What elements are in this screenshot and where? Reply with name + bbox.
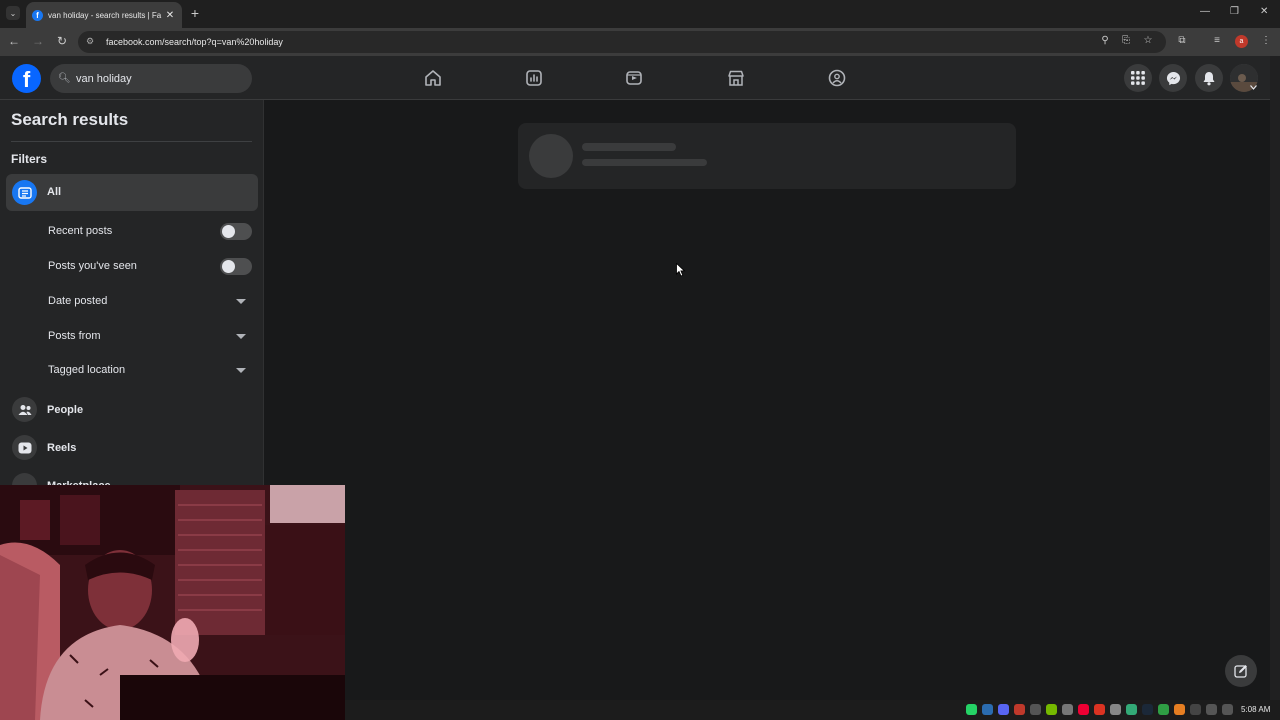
video-icon[interactable] [625,69,643,87]
tray-app-icon[interactable] [1110,704,1121,715]
groups-icon[interactable] [828,69,846,87]
chevron-down-icon[interactable] [236,368,246,373]
home-icon[interactable] [424,69,442,87]
nvidia-icon[interactable] [1046,704,1057,715]
tray-app-icon[interactable] [1078,704,1089,715]
mouse-cursor-icon [676,263,686,277]
new-message-button[interactable] [1225,655,1257,687]
address-bar[interactable]: ⚙ facebook.com/search/top?q=van%20holida… [78,31,1166,53]
webcam-video-frame [0,485,345,720]
minimize-icon[interactable]: — [1200,6,1210,17]
browser-menu-icon[interactable]: ⋮ [1259,35,1273,46]
reels-icon [12,435,37,460]
divider [11,141,252,142]
tab-title: van holiday - search results | Fa [48,10,162,20]
profile-avatar[interactable]: a [1235,35,1248,48]
filters-heading: Filters [11,152,48,166]
extensions-icon[interactable]: ⧉ [1175,35,1189,46]
forward-icon[interactable]: → [30,34,46,48]
marketplace-icon[interactable] [727,69,745,87]
new-tab-button[interactable]: + [188,5,202,21]
restore-icon[interactable]: ❐ [1230,6,1239,17]
tab-search-button[interactable]: ⌄ [6,6,20,20]
bell-icon [1203,71,1215,85]
webcam-overlay [0,485,345,720]
recording-icon[interactable] [1094,704,1105,715]
skeleton-avatar [529,134,573,178]
taskbar-clock[interactable]: 5:08 AM [1241,705,1270,714]
posts-from-dropdown[interactable]: Posts from [48,330,101,342]
posts-youve-seen-toggle[interactable] [220,258,252,275]
bluetooth-icon[interactable] [982,704,993,715]
network-icon[interactable] [1206,704,1217,715]
steam-icon[interactable] [1142,704,1153,715]
page-title: Search results [11,110,129,129]
category-people[interactable]: People [47,404,83,416]
close-window-icon[interactable]: ✕ [1260,6,1268,17]
recent-posts-toggle[interactable] [220,223,252,240]
dashboard-icon[interactable] [525,69,543,87]
browser-toolbar: ← → ↻ ⚙ facebook.com/search/top?q=van%20… [0,28,1280,56]
facebook-header: f 🔍︎ van holiday [0,56,1270,100]
url-text: facebook.com/search/top?q=van%20holiday [106,37,283,47]
menu-grid-button[interactable] [1124,64,1152,92]
messenger-button[interactable] [1159,64,1187,92]
volume-icon[interactable] [1222,704,1233,715]
filter-all-label: All [47,186,62,198]
search-icon: 🔍︎ [58,73,71,84]
system-taskbar [345,700,1280,720]
microphone-icon[interactable] [1014,704,1025,715]
tray-app-icon[interactable] [1030,704,1041,715]
page-scrollbar[interactable] [1270,56,1280,700]
chevron-down-icon[interactable] [236,299,246,304]
whatsapp-icon[interactable] [966,704,977,715]
tray-app-icon[interactable] [1190,704,1201,715]
posts-youve-seen-label: Posts you've seen [48,260,137,272]
messenger-icon [1166,71,1180,85]
date-posted-dropdown[interactable]: Date posted [48,295,107,307]
tagged-location-dropdown[interactable]: Tagged location [48,364,125,376]
skeleton-line [582,143,676,151]
back-icon[interactable]: ← [6,34,22,48]
tray-app-icon[interactable] [1174,704,1185,715]
search-box[interactable]: 🔍︎ van holiday [50,64,252,93]
tray-app-icon[interactable] [1158,704,1169,715]
discord-icon[interactable] [998,704,1009,715]
category-reels[interactable]: Reels [47,442,76,454]
filter-all[interactable]: All [6,174,258,211]
chevron-down-icon[interactable] [236,334,246,339]
search-input[interactable]: van holiday [76,73,132,85]
all-results-icon [12,180,37,205]
media-control-icon[interactable]: ≡ [1210,35,1224,46]
reload-icon[interactable]: ↻ [54,34,70,48]
loading-result-card [518,123,1016,189]
account-chevron-down-icon[interactable] [1250,85,1257,90]
bookmark-star-icon[interactable]: ☆ [1141,35,1155,46]
facebook-favicon-icon: f [32,9,43,21]
tab-close-icon[interactable]: ✕ [164,10,176,21]
site-info-icon[interactable]: ⚙ [86,36,98,48]
skeleton-line [582,159,707,166]
recent-posts-label: Recent posts [48,225,113,237]
compose-icon [1234,665,1247,678]
grid-icon [1131,71,1145,85]
facebook-logo-icon[interactable]: f [12,64,41,93]
browser-tab[interactable]: f van holiday - search results | Fa ✕ [26,2,182,28]
zoom-icon[interactable]: ⚲ [1098,35,1112,46]
tray-app-icon[interactable] [1126,704,1137,715]
install-app-icon[interactable]: ⎘ [1119,35,1133,46]
browser-tab-bar: ⌄ f van holiday - search results | Fa ✕ … [0,0,1280,28]
notifications-button[interactable] [1195,64,1223,92]
tray-app-icon[interactable] [1062,704,1073,715]
people-icon [12,397,37,422]
